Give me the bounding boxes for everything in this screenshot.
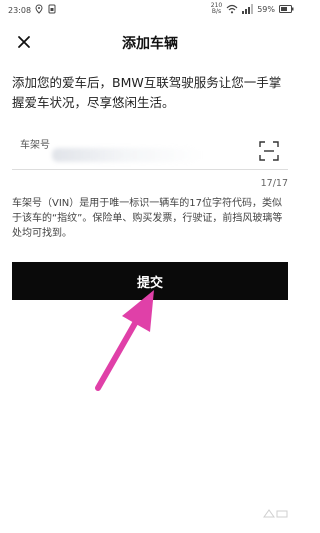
submit-button[interactable]: 提交: [12, 262, 288, 300]
status-bar: 23:08 210 B/s 59%: [0, 0, 300, 22]
signal-icon: [242, 4, 254, 14]
sim-icon: [48, 4, 56, 14]
vin-underline: [12, 169, 288, 170]
watermark-logo: [263, 509, 288, 518]
intro-text: 添加您的爱车后，BMW互联驾驶服务让您一手掌握爱车状况，尽享悠闲生活。: [12, 75, 282, 110]
scan-button[interactable]: [258, 140, 280, 162]
page-title: 添加车辆: [122, 36, 178, 52]
vin-help-text: 车架号（VIN）是用于唯一标识一辆车的17位字符代码，类似于该车的“指纹”。保险…: [12, 198, 283, 239]
char-count: 17/17: [260, 178, 288, 189]
status-left-icons: [34, 4, 57, 14]
status-right: 210 B/s 59%: [211, 3, 294, 15]
header: 添加车辆: [0, 26, 300, 58]
location-icon: [35, 4, 43, 14]
scan-icon[interactable]: [258, 140, 280, 162]
net-speed-unit: B/s: [211, 8, 222, 15]
vin-field: 车架号: [12, 132, 288, 170]
net-speed: 210 B/s: [211, 3, 222, 15]
battery-icon: [279, 5, 294, 13]
battery-text: 59%: [257, 4, 275, 14]
vin-label: 车架号: [20, 140, 50, 151]
wifi-icon: [226, 4, 238, 14]
vin-input[interactable]: [20, 150, 252, 166]
status-time: 23:08: [8, 6, 32, 15]
